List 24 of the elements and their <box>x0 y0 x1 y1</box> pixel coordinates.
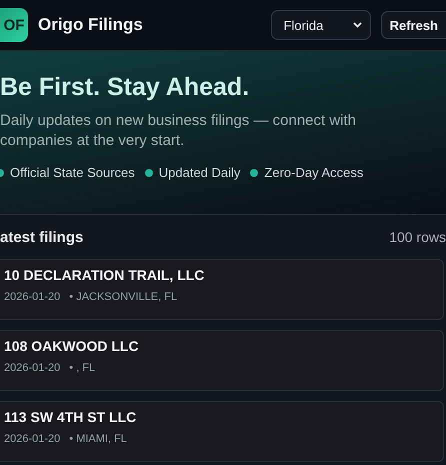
row-count: 100 rows <box>389 229 446 245</box>
company-name: 10 DECLARATION TRAIL, LLC <box>4 267 206 283</box>
company-name: 108 OAKWOOD LLC <box>4 338 140 354</box>
refresh-button[interactable]: Refresh <box>380 11 446 39</box>
section-title: atest filings <box>0 228 84 246</box>
state-select[interactable]: Florida <box>270 10 371 40</box>
feature-label: Updated Daily <box>158 165 240 180</box>
filing-card[interactable]: 108 OAKWOOD LLC 2026-01-20 • , FL <box>0 330 444 391</box>
filing-card[interactable]: 10 DECLARATION TRAIL, LLC 2026-01-20 • JACKSONVILLE, FL <box>0 259 444 320</box>
logo-badge: OF <box>0 8 28 42</box>
filing-date: 2026-01-20 <box>4 362 60 374</box>
hero-headline: Be First. Stay Ahead. <box>0 73 250 102</box>
feature-label: Official State Sources <box>10 165 135 180</box>
app-title: Origo Filings <box>38 15 143 35</box>
filing-location: • MIAMI, FL <box>69 433 127 445</box>
hero-description: Daily updates on new business filings — connect with companies at the very start. <box>0 111 358 151</box>
filing-date: 2026-01-20 <box>4 291 60 303</box>
filing-location: • JACKSONVILLE, FL <box>69 291 178 303</box>
feature-label: Zero-Day Access <box>264 165 364 180</box>
filing-card[interactable]: 113 SW 4TH ST LLC 2026-01-20 • MIAMI, FL <box>0 401 444 462</box>
filing-date: 2026-01-20 <box>4 433 60 445</box>
chevron-down-icon <box>352 22 362 28</box>
company-name: 113 SW 4TH ST LLC <box>4 409 138 425</box>
filing-location: • , FL <box>69 362 96 374</box>
